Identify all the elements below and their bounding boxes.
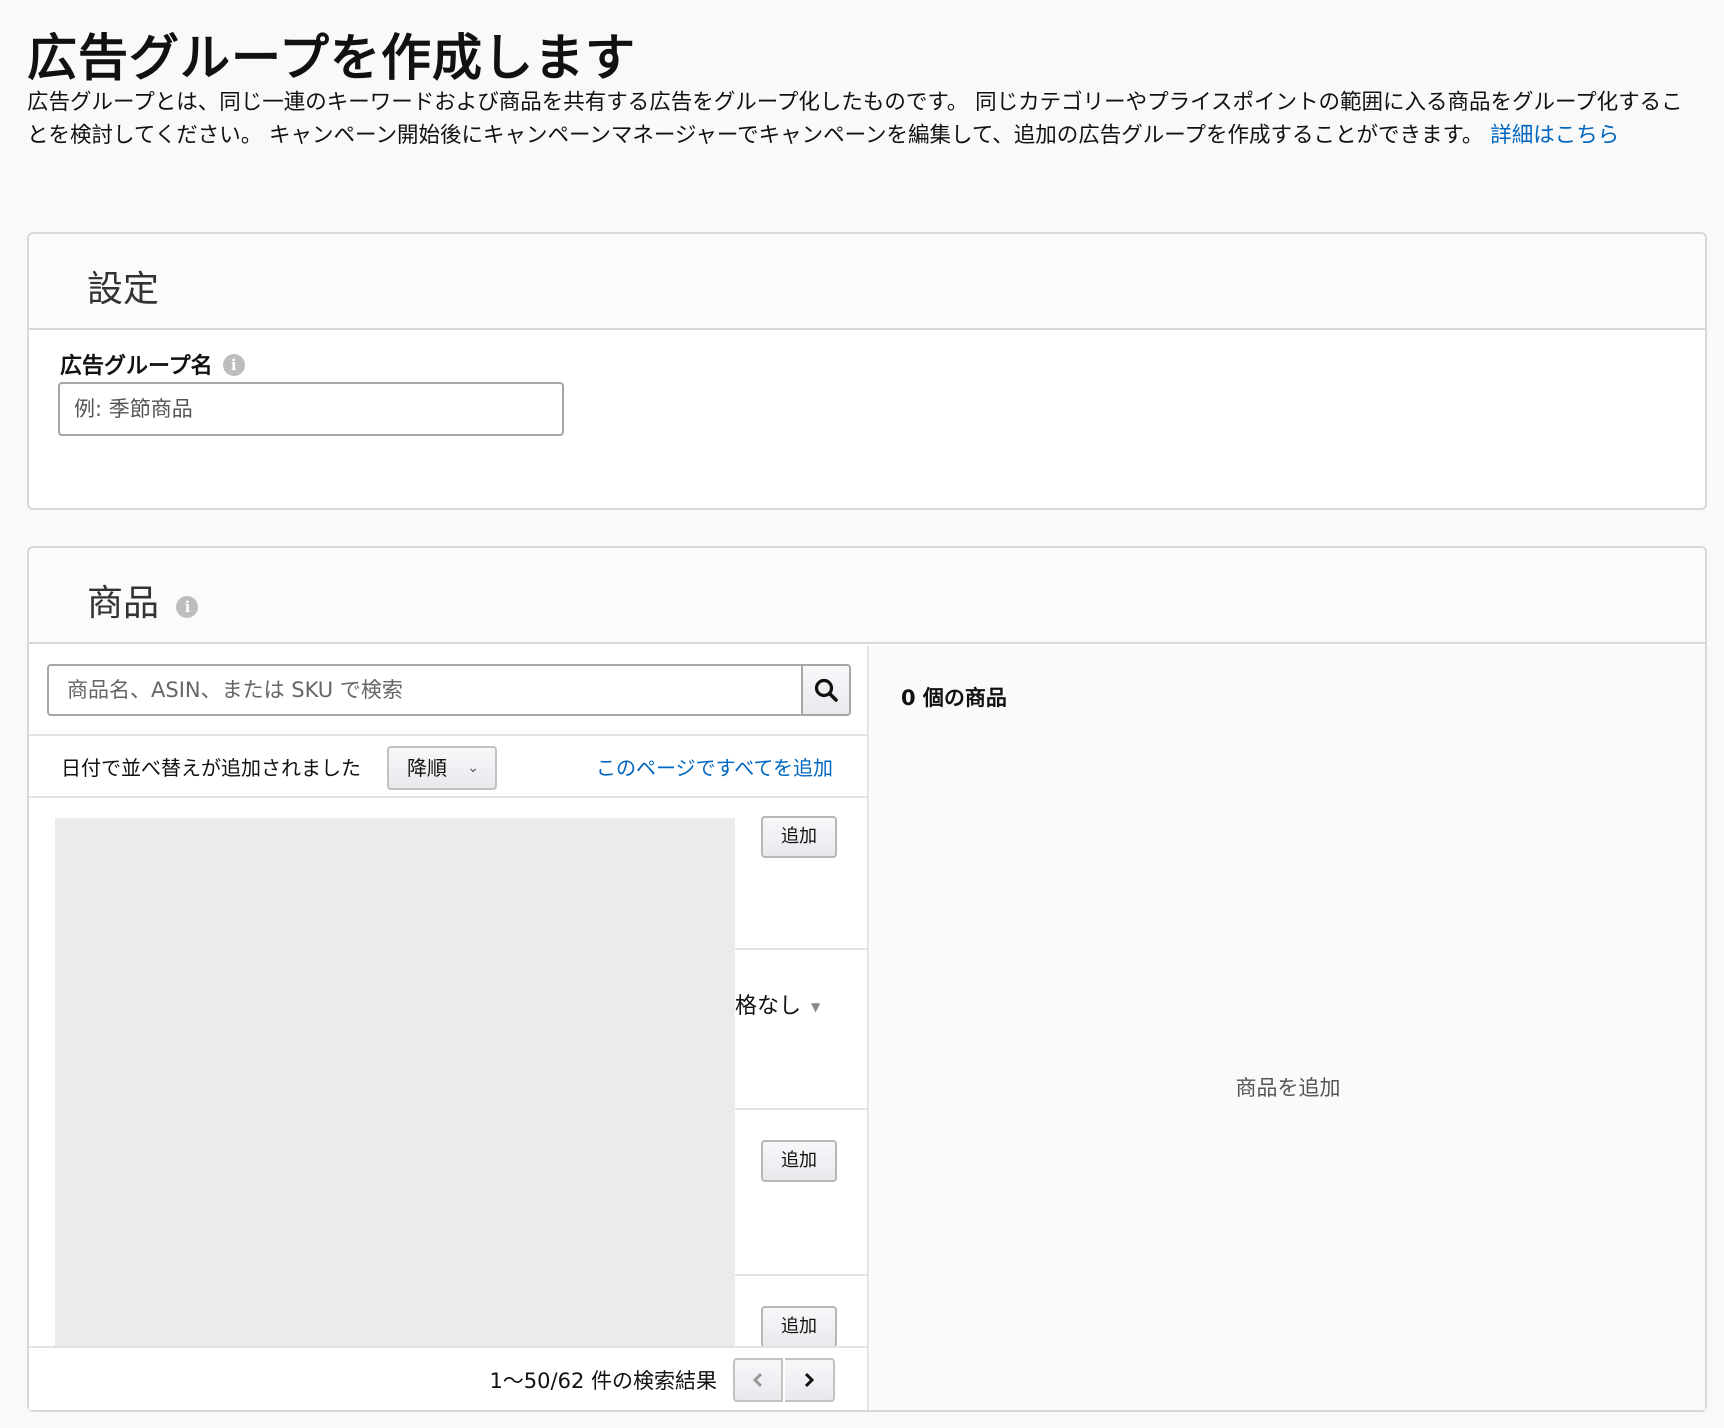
- ad-group-name-input[interactable]: [58, 382, 564, 436]
- price-status-label: 格なし: [735, 994, 802, 1019]
- ad-group-name-label-text: 広告グループ名: [60, 354, 213, 379]
- sort-bar: 日付で並べ替えが追加されました 降順 ⌄ このページですべてを追加: [29, 734, 867, 798]
- chevron-down-icon: ⌄: [467, 760, 479, 776]
- search-icon: [814, 678, 838, 702]
- intro-description: 広告グループとは、同じ一連のキーワードおよび商品を共有する広告をグループ化したも…: [27, 86, 1702, 152]
- create-ad-group-page: 広告グループを作成します 広告グループとは、同じ一連のキーワードおよび商品を共有…: [0, 0, 1724, 1428]
- price-status-text: 格なし ▼: [735, 988, 820, 1020]
- page-title: 広告グループを作成します: [27, 29, 636, 87]
- add-product-button[interactable]: 追加: [761, 816, 837, 858]
- products-card: 商品 i 日付で並べ替えが追加されました 降順 ⌄: [27, 546, 1707, 1412]
- add-product-button[interactable]: 追加: [761, 1306, 837, 1348]
- info-icon[interactable]: i: [222, 354, 245, 376]
- caret-down-icon[interactable]: ▼: [811, 1000, 820, 1014]
- products-section-title: 商品 i: [87, 574, 199, 626]
- selected-product-count: 0 個の商品: [901, 686, 1007, 710]
- products-section-title-text: 商品: [87, 583, 160, 624]
- info-icon[interactable]: i: [176, 596, 199, 618]
- pagination-summary: 1〜50/62 件の検索結果: [489, 1369, 717, 1393]
- row-divider: [735, 1108, 867, 1110]
- product-search-pane: 日付で並べ替えが追加されました 降順 ⌄ このページですべてを追加 追加 格なし…: [29, 646, 869, 1410]
- search-button[interactable]: [801, 666, 849, 714]
- chevron-left-icon: [752, 1372, 763, 1388]
- row-divider: [735, 948, 867, 950]
- product-list-placeholder: [55, 818, 735, 1370]
- product-results-list: 追加 格なし ▼ 追加 追加: [29, 798, 867, 1370]
- sort-order-dropdown[interactable]: 降順 ⌄: [387, 746, 497, 790]
- ad-group-name-label: 広告グループ名 i: [60, 348, 245, 380]
- settings-card-header: 設定: [29, 234, 1705, 330]
- previous-page-button[interactable]: [733, 1358, 783, 1402]
- settings-card: 設定: [27, 232, 1707, 510]
- selected-products-empty-text: 商品を追加: [1235, 1076, 1341, 1100]
- sort-label: 日付で並べ替えが追加されました: [61, 756, 361, 780]
- learn-more-link[interactable]: 詳細はこちら: [1490, 123, 1619, 148]
- pagination-bar: 1〜50/62 件の検索結果: [29, 1346, 867, 1410]
- add-product-button[interactable]: 追加: [761, 1140, 837, 1182]
- chevron-right-icon: [804, 1372, 815, 1388]
- next-page-button[interactable]: [785, 1358, 835, 1402]
- intro-text: 広告グループとは、同じ一連のキーワードおよび商品を共有する広告をグループ化したも…: [27, 90, 1683, 148]
- sort-order-value: 降順: [407, 756, 447, 780]
- products-card-header: 商品 i: [29, 548, 1705, 644]
- selected-products-pane: 0 個の商品 商品を追加: [871, 646, 1705, 1410]
- add-all-on-page-link[interactable]: このページですべてを追加: [596, 752, 833, 781]
- row-divider: [735, 1274, 867, 1276]
- settings-section-title: 設定: [87, 269, 160, 310]
- product-search-box: [47, 664, 851, 716]
- product-search-input[interactable]: [49, 666, 799, 714]
